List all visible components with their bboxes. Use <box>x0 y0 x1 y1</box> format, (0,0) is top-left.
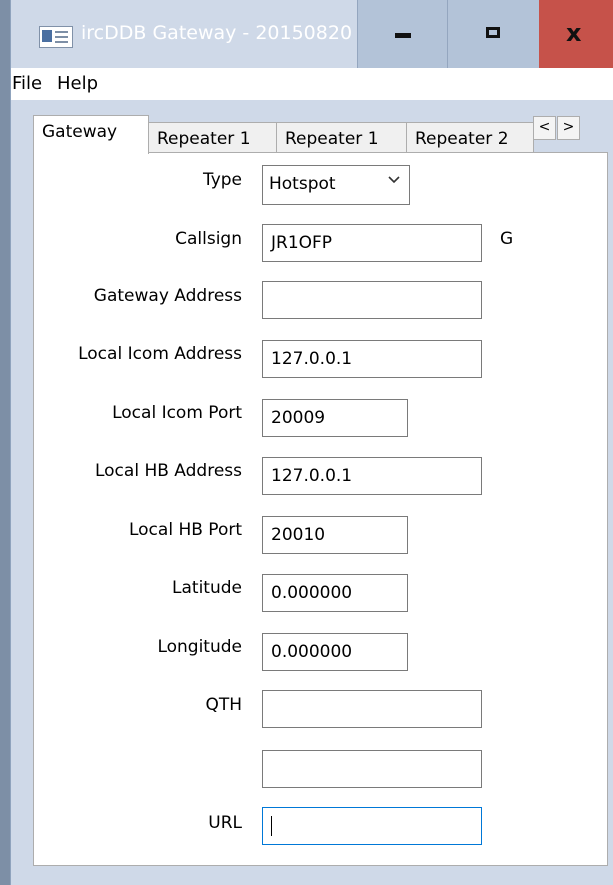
callsign-suffix: G <box>500 229 514 249</box>
text-caret <box>271 816 272 836</box>
latitude-field[interactable]: 0.000000 <box>262 574 408 612</box>
tab-label: Repeater 1 <box>157 129 251 149</box>
local-hb-address-label: Local HB Address <box>94 461 242 481</box>
tab-scroll-left-button[interactable]: < <box>533 116 556 140</box>
tab-label: Repeater 1 <box>285 129 379 149</box>
local-icom-port-label: Local Icom Port <box>112 403 242 423</box>
type-select-value: Hotspot <box>269 174 336 194</box>
tab-repeater-1[interactable]: Repeater 1 <box>148 122 277 153</box>
close-button[interactable]: x <box>539 0 613 68</box>
gateway-address-field[interactable] <box>262 281 482 319</box>
url-field[interactable] <box>262 807 482 845</box>
tab-repeater-2[interactable]: Repeater 2 <box>406 122 534 153</box>
latitude-label: Latitude <box>172 578 242 598</box>
local-hb-address-field[interactable]: 127.0.0.1 <box>262 457 482 495</box>
callsign-label: Callsign <box>175 229 242 249</box>
maximize-icon <box>486 27 500 38</box>
gateway-address-label: Gateway Address <box>93 286 242 306</box>
title-bar[interactable]: ircDDB Gateway - 20150820 x <box>11 0 613 68</box>
qth-label: QTH <box>205 695 242 715</box>
local-hb-port-label: Local HB Port <box>128 520 242 540</box>
menu-bar: File Help <box>11 68 613 100</box>
close-icon: x <box>566 19 582 47</box>
menu-file[interactable]: File <box>12 73 42 94</box>
tab-strip: Gateway Repeater 1 Repeater 1 Repeater 2… <box>33 115 608 154</box>
type-label: Type <box>202 170 242 190</box>
longitude-label: Longitude <box>157 637 242 657</box>
tab-gateway[interactable]: Gateway <box>33 115 149 154</box>
gateway-panel: Type Hotspot Callsign JR1OFP G Gateway A… <box>33 152 608 866</box>
chevron-right-icon: > <box>562 119 575 135</box>
menu-help[interactable]: Help <box>57 73 98 94</box>
tab-repeater-1b[interactable]: Repeater 1 <box>276 122 407 153</box>
local-icom-address-label: Local Icom Address <box>78 344 242 364</box>
qth-field[interactable] <box>262 690 482 728</box>
minimize-icon <box>395 33 411 38</box>
window-title: ircDDB Gateway - 20150820 <box>81 22 353 44</box>
tab-scroll-right-button[interactable]: > <box>557 116 580 140</box>
callsign-field[interactable]: JR1OFP <box>262 224 482 262</box>
qth-line2-field[interactable] <box>262 750 482 788</box>
longitude-field[interactable]: 0.000000 <box>262 633 408 671</box>
maximize-button[interactable] <box>447 0 540 68</box>
local-icom-address-field[interactable]: 127.0.0.1 <box>262 340 482 378</box>
tab-label: Gateway <box>42 122 118 142</box>
app-window: ircDDB Gateway - 20150820 x File Help Ga… <box>10 0 613 885</box>
local-icom-port-field[interactable]: 20009 <box>262 399 408 437</box>
type-select[interactable]: Hotspot <box>262 165 410 205</box>
chevron-down-icon <box>388 176 400 184</box>
url-label: URL <box>208 813 242 833</box>
chevron-left-icon: < <box>538 119 551 135</box>
local-hb-port-field[interactable]: 20010 <box>262 516 408 554</box>
minimize-button[interactable] <box>357 0 448 68</box>
app-window-icon <box>39 26 73 48</box>
tab-label: Repeater 2 <box>415 129 509 149</box>
